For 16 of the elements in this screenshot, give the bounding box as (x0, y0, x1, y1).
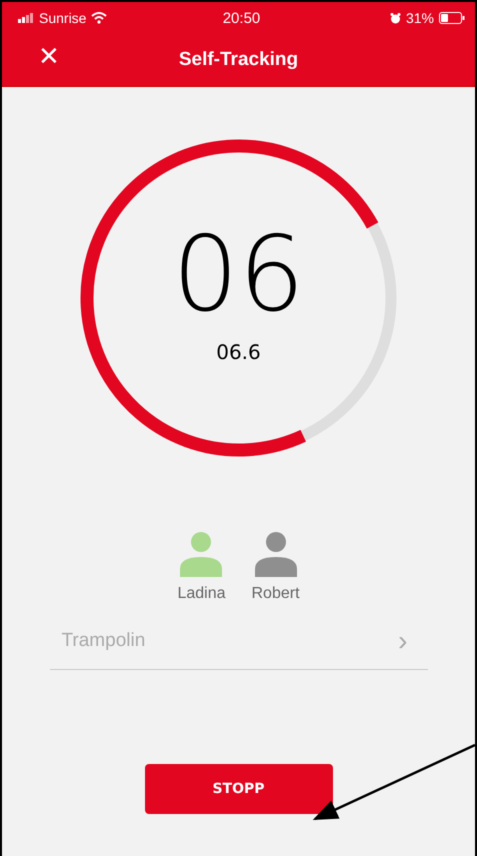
person-icon (178, 531, 224, 577)
person-icon (252, 531, 299, 577)
carrier-name: Sunrise (39, 10, 86, 26)
close-button[interactable]: ✕ (32, 42, 66, 72)
screen-title: Self-Tracking (178, 49, 298, 71)
clock-time: 20:50 (222, 10, 260, 26)
participant-item[interactable]: Robert (252, 531, 300, 603)
timer-count: 06 (172, 222, 305, 326)
battery-percent: 31% (406, 10, 434, 26)
participant-item[interactable]: Ladina (177, 531, 226, 603)
wifi-icon (91, 12, 108, 24)
battery-icon (438, 12, 465, 24)
elapsed-time: 06.6 (216, 340, 261, 364)
signal-icon (18, 13, 34, 23)
alarm-icon (390, 12, 401, 24)
stop-button[interactable]: STOPP (144, 764, 332, 814)
